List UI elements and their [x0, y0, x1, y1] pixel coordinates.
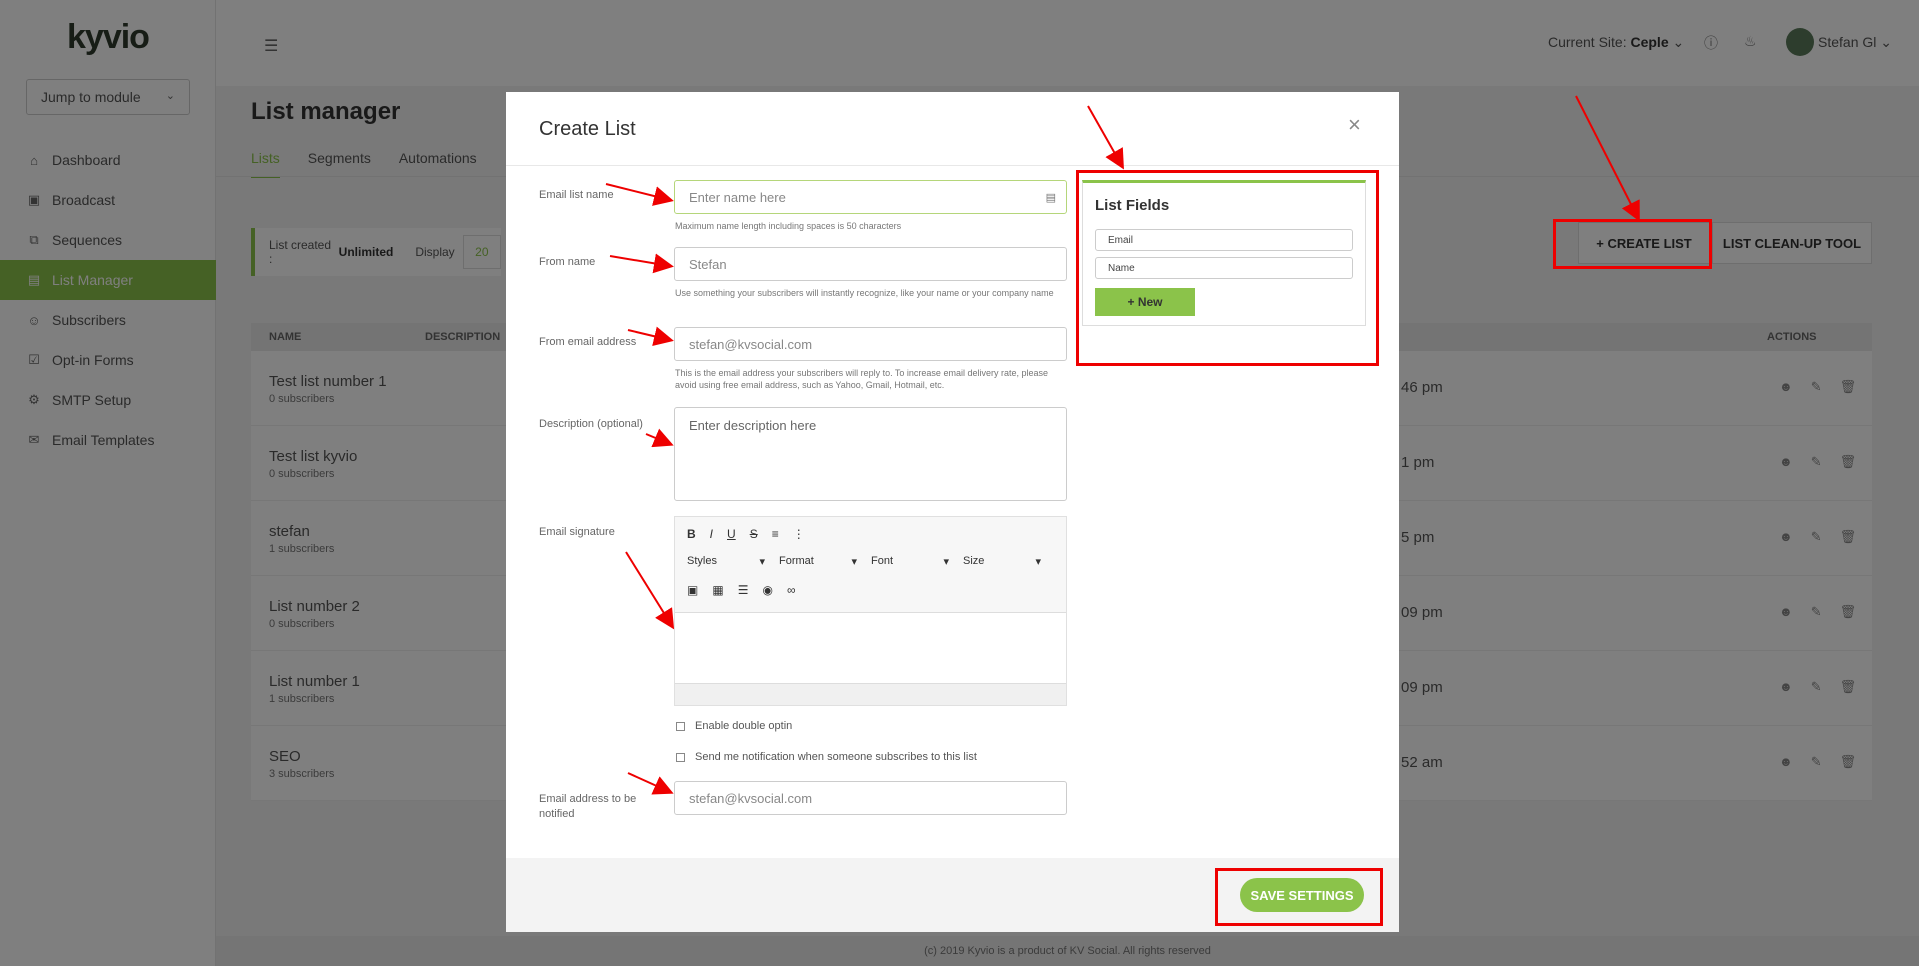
field-card-icon: ▤	[1045, 191, 1056, 204]
annotation-box-create-list	[1553, 219, 1712, 269]
bullet-list-icon[interactable]: ⋮	[793, 527, 805, 541]
from-email-input[interactable]: stefan@kvsocial.com	[674, 327, 1067, 361]
caret-icon: ▾	[759, 556, 765, 568]
email-list-name-input[interactable]: Enter name here ▤	[674, 180, 1067, 214]
size-label: Size	[963, 555, 985, 567]
from-name-label: From name	[539, 256, 596, 268]
email-list-name-placeholder: Enter name here	[689, 189, 786, 205]
notify-email-value: stefan@kvsocial.com	[689, 790, 813, 806]
description-textarea[interactable]: Enter description here	[674, 407, 1067, 501]
globe-icon[interactable]: ◉	[762, 583, 772, 597]
caret-icon: ▾	[943, 556, 949, 568]
font-dropdown[interactable]: Font ▾	[871, 555, 949, 568]
modal-title: Create List	[539, 118, 636, 140]
editor-toolbar-row-3: ▣ ▦ ☰ ◉ ∞	[687, 583, 796, 597]
close-icon[interactable]: ×	[1348, 112, 1361, 138]
image-icon[interactable]: ▣	[687, 583, 698, 597]
table-icon[interactable]: ▦	[712, 583, 723, 597]
editor-content-area[interactable]	[675, 613, 1066, 683]
styles-dropdown[interactable]: Styles ▾	[687, 555, 765, 568]
signature-editor: B I U S ≡ ⋮ Styles ▾ Format ▾ Font ▾ Size ▾ …	[674, 516, 1067, 706]
checkbox[interactable]	[676, 752, 685, 762]
from-name-input[interactable]: Stefan	[674, 247, 1067, 281]
annotation-box-list-fields	[1076, 170, 1379, 366]
font-label: Font	[871, 555, 894, 567]
horizontal-rule-icon[interactable]: ☰	[738, 583, 749, 597]
format-dropdown[interactable]: Format ▾	[779, 555, 857, 568]
checkbox[interactable]	[676, 721, 685, 731]
email-signature-label: Email signature	[539, 526, 615, 538]
notify-email-input[interactable]: stefan@kvsocial.com	[674, 781, 1067, 815]
editor-toolbar-row-1: B I U S ≡ ⋮	[687, 527, 805, 541]
notify-label: Send me notification when someone subscr…	[695, 751, 977, 763]
description-label: Description (optional)	[539, 418, 643, 430]
from-name-help: Use something your subscribers will inst…	[675, 288, 1054, 298]
caret-icon: ▾	[1035, 556, 1041, 568]
bold-icon[interactable]: B	[687, 527, 696, 541]
caret-icon: ▾	[851, 556, 857, 568]
size-dropdown[interactable]: Size ▾	[963, 555, 1041, 568]
italic-icon[interactable]: I	[710, 527, 713, 541]
strikethrough-icon[interactable]: S	[750, 527, 758, 541]
styles-label: Styles	[687, 555, 717, 567]
modal-header: Create List ×	[506, 92, 1399, 166]
from-name-value: Stefan	[689, 256, 727, 272]
format-label: Format	[779, 555, 814, 567]
notify-checkbox[interactable]: Send me notification when someone subscr…	[676, 751, 977, 763]
from-email-value: stefan@kvsocial.com	[689, 336, 813, 352]
link-icon[interactable]: ∞	[787, 583, 796, 597]
from-email-label: From email address	[539, 336, 637, 348]
underline-icon[interactable]: U	[727, 527, 736, 541]
editor-toolbar-row-2: Styles ▾ Format ▾ Font ▾ Size ▾	[687, 555, 1041, 568]
notify-email-label: Email address to be notified	[539, 793, 637, 820]
email-list-name-label: Email list name	[539, 189, 614, 201]
editor-resize-bar[interactable]	[675, 683, 1066, 705]
description-placeholder: Enter description here	[689, 418, 817, 433]
editor-toolbar: B I U S ≡ ⋮ Styles ▾ Format ▾ Font ▾ Size ▾ …	[675, 517, 1066, 613]
numbered-list-icon[interactable]: ≡	[772, 527, 779, 541]
from-email-help: This is the email address your subscribe…	[675, 368, 1048, 390]
email-list-name-help: Maximum name length including spaces is …	[675, 221, 902, 231]
double-optin-label: Enable double optin	[695, 720, 793, 732]
double-optin-checkbox[interactable]: Enable double optin	[676, 720, 792, 732]
annotation-box-save-settings	[1215, 868, 1383, 926]
